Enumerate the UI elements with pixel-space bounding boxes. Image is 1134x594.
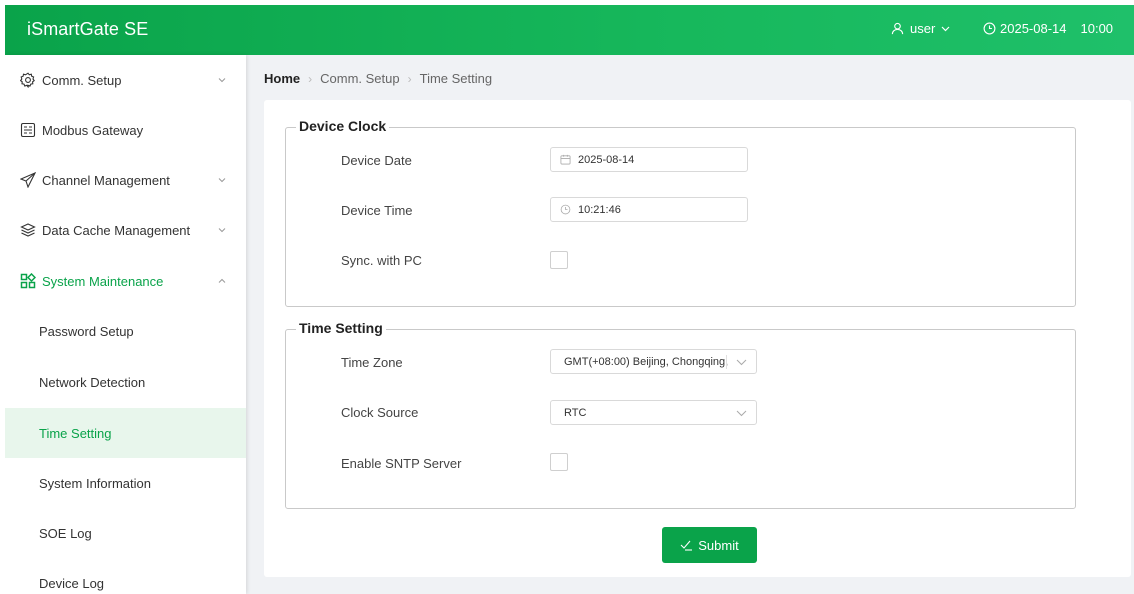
chevron-down-icon [218, 228, 226, 233]
header-datetime: 2025-08-14 10:00 [983, 21, 1113, 36]
sidebar-item-modbus-gateway[interactable]: Modbus Gateway [5, 105, 246, 155]
breadcrumb-separator-icon: › [407, 71, 412, 86]
time-zone-label: Time Zone [341, 355, 403, 370]
device-date-input[interactable]: 2025-08-14 [550, 147, 748, 172]
time-zone-select[interactable]: GMT(+08:00) Beijing, Chongqing, Hong Kon… [550, 349, 757, 374]
submit-label: Submit [698, 537, 739, 553]
sidebar-item-comm-setup[interactable]: Comm. Setup [5, 55, 246, 105]
submit-button[interactable]: Submit [662, 527, 757, 563]
sidebar-item-channel-management[interactable]: Channel Management [5, 155, 246, 205]
sidebar-subitem-system-information[interactable]: System Information [5, 458, 246, 508]
user-name: user [910, 21, 936, 36]
device-clock-legend: Device Clock [296, 118, 390, 134]
select-divider [726, 355, 727, 369]
sidebar-subitem-label: System Information [39, 475, 151, 491]
device-time-value: 10:21:46 [578, 203, 621, 216]
clock-source-select[interactable]: RTC [550, 400, 757, 425]
database-icon [20, 223, 36, 237]
sidebar-item-label: Channel Management [42, 172, 170, 188]
clock-icon [560, 204, 571, 215]
clock-icon [983, 22, 996, 35]
enable-sntp-checkbox[interactable] [550, 453, 568, 471]
breadcrumb-parent[interactable]: Comm. Setup [320, 71, 399, 86]
modbus-icon [20, 122, 36, 138]
calendar-icon [560, 154, 571, 165]
grid-icon [20, 273, 36, 289]
clock-source-label: Clock Source [341, 405, 419, 420]
header-date: 2025-08-14 [1000, 21, 1067, 36]
breadcrumb-home[interactable]: Home [264, 71, 300, 86]
sidebar-item-label: Data Cache Management [42, 222, 191, 238]
sidebar-item-system-maintenance[interactable]: System Maintenance [5, 256, 246, 306]
sidebar-subitem-password-setup[interactable]: Password Setup [5, 306, 246, 356]
sidebar-item-label: Modbus Gateway [42, 122, 144, 138]
send-icon [20, 172, 36, 188]
device-date-label: Device Date [341, 153, 412, 168]
sidebar-subitem-label: SOE Log [39, 525, 92, 541]
main-card: Device Clock Device Date 2025-08-14 Devi… [264, 100, 1131, 577]
sync-with-pc-label: Sync. with PC [341, 253, 422, 268]
top-header: iSmartGate SE user 2025-08-14 10:00 [5, 5, 1134, 55]
sidebar: Comm. Setup Modbus Gateway Channel Manag… [5, 55, 246, 594]
chevron-down-icon [218, 178, 226, 183]
sidebar-item-label: Comm. Setup [42, 72, 122, 88]
time-setting-section: Time Setting Time Zone GMT(+08:00) Beiji… [285, 320, 1076, 509]
chevron-down-icon [736, 410, 747, 417]
sidebar-subitem-label: Device Log [39, 575, 105, 591]
sidebar-subitem-device-log[interactable]: Device Log [5, 558, 246, 594]
sync-with-pc-checkbox[interactable] [550, 251, 568, 269]
device-time-input[interactable]: 10:21:46 [550, 197, 748, 222]
sidebar-subitem-label: Time Setting [39, 425, 112, 441]
app-frame: iSmartGate SE user 2025-08-14 10:00 Comm… [5, 5, 1134, 594]
chevron-down-icon [736, 359, 747, 366]
sidebar-item-label: System Maintenance [42, 273, 164, 289]
time-setting-legend: Time Setting [296, 320, 386, 336]
sidebar-subitem-soe-log[interactable]: SOE Log [5, 508, 246, 558]
breadcrumb-separator-icon: › [308, 71, 313, 86]
user-icon [891, 22, 904, 35]
device-clock-section: Device Clock Device Date 2025-08-14 Devi… [285, 118, 1076, 307]
sidebar-subitem-label: Password Setup [39, 323, 134, 339]
sidebar-item-data-cache-management[interactable]: Data Cache Management [5, 205, 246, 255]
chevron-up-icon [218, 278, 226, 283]
sidebar-subitem-label: Network Detection [39, 374, 146, 390]
chevron-down-icon [218, 78, 226, 83]
time-zone-value: GMT(+08:00) Beijing, Chongqing, Hong Kon… [564, 356, 732, 368]
device-date-value: 2025-08-14 [578, 153, 635, 166]
chevron-down-icon [941, 26, 950, 31]
user-menu[interactable]: user [891, 21, 950, 36]
header-time: 10:00 [1080, 21, 1114, 36]
device-time-label: Device Time [341, 203, 413, 218]
sidebar-subitem-network-detection[interactable]: Network Detection [5, 357, 246, 407]
breadcrumb: Home › Comm. Setup › Time Setting [264, 71, 492, 86]
sidebar-subitem-time-setting[interactable]: Time Setting [5, 408, 246, 458]
breadcrumb-current: Time Setting [419, 71, 493, 86]
clock-source-value: RTC [564, 407, 587, 419]
gear-icon [20, 72, 35, 88]
enable-sntp-label: Enable SNTP Server [341, 456, 462, 471]
submit-icon [680, 540, 693, 551]
app-title: iSmartGate SE [27, 19, 149, 39]
